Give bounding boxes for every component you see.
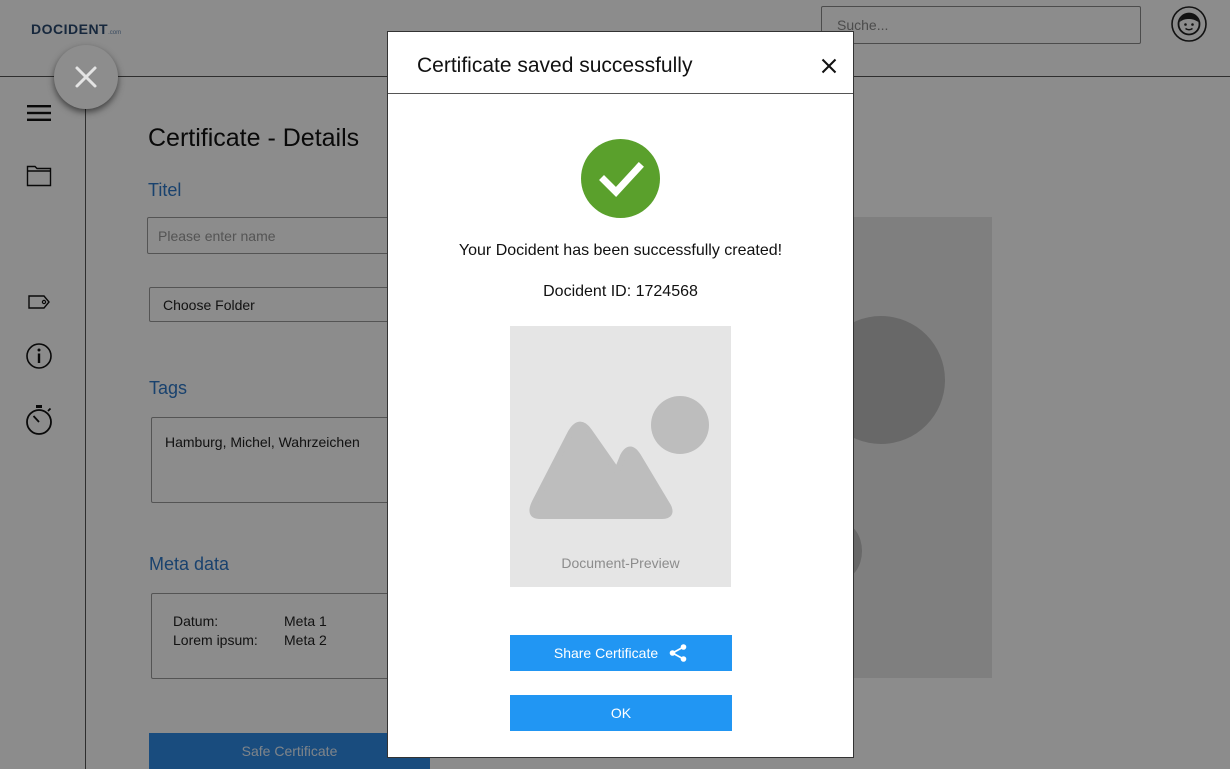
preview-label: Document-Preview: [561, 555, 680, 571]
share-button-label: Share Certificate: [553, 645, 659, 661]
share-certificate-button[interactable]: Share Certificate: [510, 635, 732, 671]
close-icon: [821, 58, 837, 74]
ok-button[interactable]: OK: [510, 695, 732, 731]
docident-id: Docident ID: 1724568: [543, 283, 698, 300]
dialog-title: Certificate saved successfully: [417, 54, 693, 77]
share-icon: [669, 644, 687, 662]
close-icon: [75, 66, 97, 88]
checkmark-icon: [598, 161, 644, 197]
success-message: Your Docident has been successfully crea…: [458, 242, 783, 259]
document-preview: Document-Preview: [510, 326, 731, 587]
success-dialog: Certificate saved successfully Your Doci…: [387, 31, 854, 758]
success-check: [581, 139, 660, 218]
dialog-close-button[interactable]: [820, 57, 838, 75]
fab-close-button[interactable]: [54, 45, 118, 109]
image-placeholder-icon: [529, 396, 709, 519]
dialog-header: Certificate saved successfully: [388, 32, 853, 94]
